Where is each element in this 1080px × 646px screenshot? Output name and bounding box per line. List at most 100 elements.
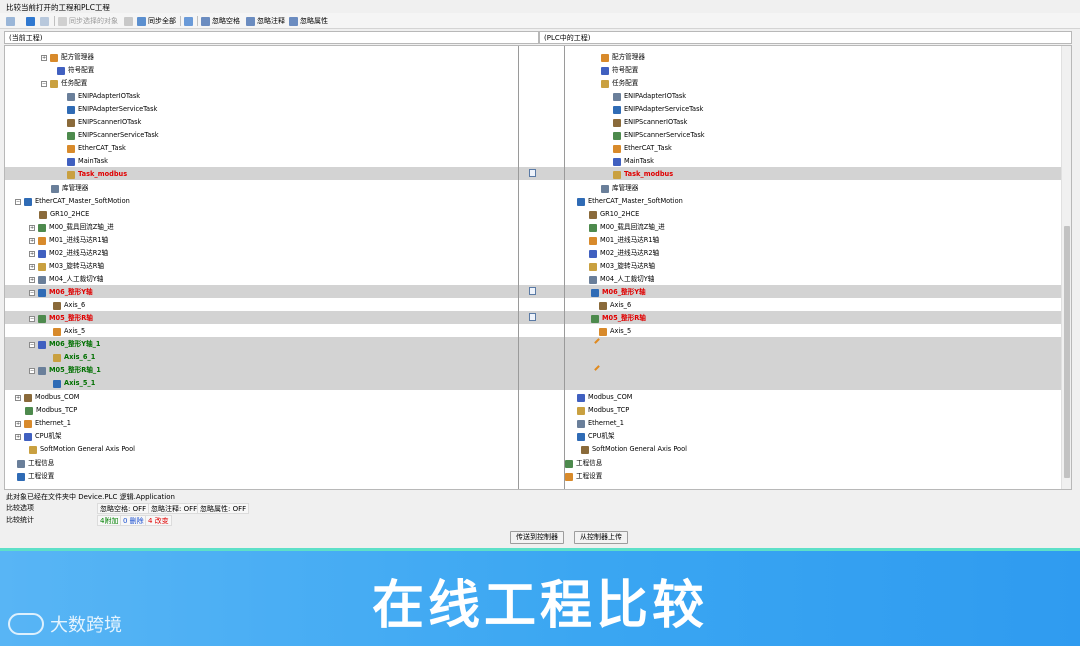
tree-item[interactable]: ENIPAdapterServiceTask — [613, 103, 703, 116]
tree-item[interactable]: Task_modbus — [613, 168, 673, 181]
tree-item[interactable]: 库管理器 — [601, 182, 638, 195]
tree-item[interactable]: − M06_整形Y轴_1 — [29, 338, 100, 351]
expand-icon[interactable]: + — [29, 237, 35, 244]
tree-item[interactable]: Axis_6_1 — [53, 351, 95, 364]
tree-item[interactable]: + Ethernet_1 — [15, 417, 71, 430]
tree-item[interactable]: − EtherCAT_Master_SoftMotion — [15, 195, 130, 208]
tree-item[interactable]: 任务配置 — [601, 77, 638, 90]
tree-item[interactable]: M06_整形Y轴 — [591, 286, 646, 299]
collapse-icon[interactable]: − — [29, 341, 35, 348]
expand-icon[interactable]: + — [15, 433, 21, 440]
tree-item[interactable]: Axis_6 — [53, 299, 85, 312]
expand-icon[interactable]: + — [29, 263, 35, 270]
tree-node-icon — [589, 223, 597, 232]
expand-icon[interactable]: + — [15, 394, 21, 401]
tree-item[interactable]: + CPU机架 — [15, 430, 62, 443]
tree-item[interactable]: MainTask — [613, 155, 654, 168]
tree-item[interactable]: CPU机架 — [577, 430, 615, 443]
expand-icon[interactable]: + — [29, 276, 35, 283]
tree-item[interactable]: + M02_进线马达R2轴 — [29, 247, 108, 260]
tree-item[interactable]: ENIPScannerServiceTask — [613, 129, 705, 142]
tree-item[interactable]: Axis_5_1 — [53, 377, 95, 390]
tree-item[interactable]: EtherCAT_Task — [613, 142, 672, 155]
next-diff-button[interactable] — [6, 14, 15, 28]
collapse-icon[interactable]: − — [29, 289, 35, 296]
tree-item[interactable]: GR10_2HCE — [39, 208, 89, 221]
vertical-scrollbar[interactable] — [1061, 46, 1071, 489]
tree-item[interactable]: SoftMotion General Axis Pool — [29, 443, 135, 456]
tree-item[interactable]: M01_进线马达R1轴 — [589, 234, 659, 247]
up-diff-button[interactable] — [40, 14, 49, 28]
scroll-thumb[interactable] — [1064, 226, 1070, 478]
tree-item[interactable]: 工程信息 — [565, 457, 602, 470]
tree-item[interactable]: M02_进线马达R2轴 — [589, 247, 659, 260]
diff-document-icon[interactable] — [529, 169, 536, 177]
tree-item[interactable]: 工程信息 — [17, 457, 54, 470]
tree-item[interactable]: 符号配置 — [57, 64, 94, 77]
ignore-whitespace-button[interactable]: 忽略空格 — [201, 14, 240, 28]
collapse-icon[interactable]: − — [15, 198, 21, 205]
expand-icon[interactable]: + — [41, 54, 47, 61]
compare-button[interactable] — [184, 14, 193, 28]
tree-item[interactable]: Axis_6 — [599, 299, 631, 312]
tree-item[interactable]: + M04_人工裁切Y轴 — [29, 273, 103, 286]
tree-item-label: Axis_5 — [610, 327, 632, 335]
diff-document-icon[interactable] — [529, 313, 536, 321]
tree-item[interactable]: + M01_进线马达R1轴 — [29, 234, 108, 247]
tree-item[interactable]: − M06_整形Y轴 — [29, 286, 93, 299]
sync-all-button[interactable]: 同步全部 — [137, 14, 176, 28]
tree-item[interactable]: + M03_旋转马达R轴 — [29, 260, 104, 273]
upload-from-controller-button[interactable]: 从控制器上传 — [574, 531, 628, 544]
down-diff-button[interactable] — [26, 14, 35, 28]
ignore-comments-button[interactable]: 忽略注释 — [246, 14, 285, 28]
tree-item[interactable]: + M00_载具回流Z轴_进 — [29, 221, 114, 234]
tree-item[interactable]: ENIPAdapterServiceTask — [67, 103, 157, 116]
tree-item[interactable]: ENIPAdapterIOTask — [613, 90, 686, 103]
tree-item[interactable]: SoftMotion General Axis Pool — [581, 443, 687, 456]
expand-icon[interactable]: + — [29, 250, 35, 257]
ignore-properties-button[interactable]: 忽略属性 — [289, 14, 328, 28]
tree-node-icon — [599, 301, 607, 310]
tree-item[interactable]: EtherCAT_Master_SoftMotion — [577, 195, 683, 208]
tree-item[interactable]: M00_载具回流Z轴_进 — [589, 221, 665, 234]
tree-node-icon — [53, 327, 61, 336]
tree-item[interactable]: EtherCAT_Task — [67, 142, 126, 155]
tree-item[interactable]: GR10_2HCE — [589, 208, 639, 221]
tree-item[interactable]: − 任务配置 — [41, 77, 87, 90]
tree-item-label: SoftMotion General Axis Pool — [592, 445, 687, 453]
doc-button[interactable] — [124, 14, 133, 28]
tree-item[interactable]: − M05_整形R轴 — [29, 312, 93, 325]
tree-item[interactable]: M04_人工裁切Y轴 — [589, 273, 654, 286]
expand-icon[interactable]: + — [29, 224, 35, 231]
collapse-icon[interactable]: − — [29, 315, 35, 322]
collapse-icon[interactable]: − — [29, 367, 35, 374]
tree-item[interactable]: Ethernet_1 — [577, 417, 624, 430]
tree-item[interactable]: ENIPAdapterIOTask — [67, 90, 140, 103]
tree-item-label: M01_进线马达R1轴 — [49, 236, 109, 244]
tree-item[interactable]: Modbus_COM — [577, 391, 633, 404]
tree-item[interactable]: 配方管理器 — [601, 51, 645, 64]
tree-item[interactable]: ENIPScannerIOTask — [67, 116, 141, 129]
tree-item[interactable]: MainTask — [67, 155, 108, 168]
tree-item[interactable]: 工程设置 — [565, 470, 602, 483]
tree-item[interactable]: Modbus_TCP — [25, 404, 77, 417]
expand-icon[interactable]: + — [15, 420, 21, 427]
sync-selected-button[interactable]: 同步选择的对象 — [58, 14, 118, 28]
collapse-icon[interactable]: − — [41, 80, 47, 87]
tree-item[interactable]: Modbus_TCP — [577, 404, 629, 417]
tree-item[interactable]: ENIPScannerIOTask — [613, 116, 687, 129]
tree-item[interactable]: Task_modbus — [67, 168, 127, 181]
tree-item[interactable]: 工程设置 — [17, 470, 54, 483]
tree-item[interactable]: M05_整形R轴 — [591, 312, 646, 325]
tree-item[interactable]: ENIPScannerServiceTask — [67, 129, 159, 142]
tree-item[interactable]: 符号配置 — [601, 64, 638, 77]
diff-document-icon[interactable] — [529, 287, 536, 295]
tree-item[interactable]: 库管理器 — [51, 182, 88, 195]
tree-item[interactable]: − M05_整形R轴_1 — [29, 364, 101, 377]
tree-item[interactable]: + 配方管理器 — [41, 51, 94, 64]
tree-item[interactable]: M03_旋转马达R轴 — [589, 260, 655, 273]
tree-item[interactable]: + Modbus_COM — [15, 391, 80, 404]
tree-item[interactable]: Axis_5 — [599, 325, 631, 338]
tree-item[interactable]: Axis_5 — [53, 325, 85, 338]
download-to-controller-button[interactable]: 传送到控制器 — [510, 531, 564, 544]
